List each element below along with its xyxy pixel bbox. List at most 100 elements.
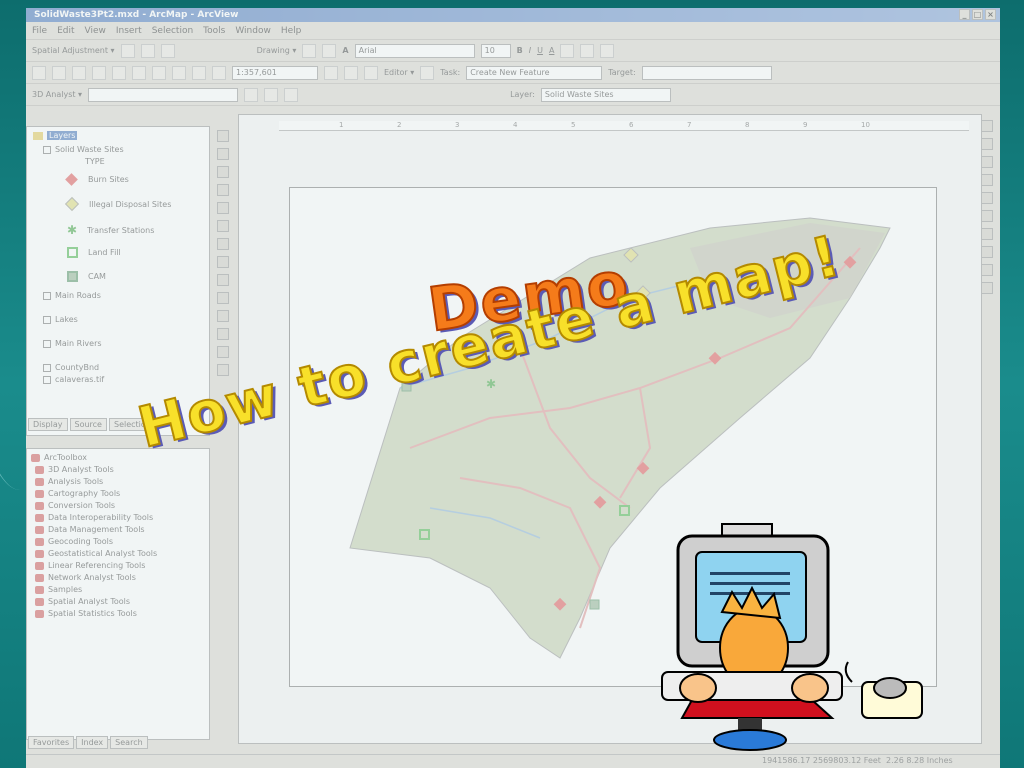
toc-lakes[interactable]: Lakes xyxy=(43,315,78,324)
layer-checkbox[interactable] xyxy=(43,375,51,384)
menu-help[interactable]: Help xyxy=(281,26,302,36)
focus-data-frame-icon[interactable] xyxy=(981,264,993,276)
forward-icon[interactable] xyxy=(217,256,229,268)
pointer-icon[interactable] xyxy=(302,43,317,58)
change-layout-icon[interactable] xyxy=(981,282,993,294)
tab-source[interactable]: Source xyxy=(69,418,107,431)
text-tool-icon[interactable]: A xyxy=(342,46,348,55)
tool-geocoding[interactable]: Geocoding Tools xyxy=(35,537,113,546)
contour-icon[interactable] xyxy=(244,87,259,102)
zoom-100-icon[interactable] xyxy=(981,192,993,204)
spatial-adjustment-menu[interactable]: Spatial Adjustment ▾ xyxy=(32,46,115,55)
find-icon[interactable] xyxy=(217,328,229,340)
menu-tools[interactable]: Tools xyxy=(203,26,225,36)
toolbox-root[interactable]: ArcToolbox xyxy=(31,453,87,462)
menu-insert[interactable]: Insert xyxy=(116,26,142,36)
tool-conversion[interactable]: Conversion Tools xyxy=(35,501,115,510)
target-select[interactable] xyxy=(641,65,772,80)
zoom-in-icon[interactable] xyxy=(217,130,229,142)
layer-checkbox[interactable] xyxy=(43,291,51,300)
task-select[interactable]: Create New Feature xyxy=(466,65,603,80)
menu-window[interactable]: Window xyxy=(235,26,271,36)
layout-back-icon[interactable] xyxy=(981,210,993,222)
tool-data-management[interactable]: Data Management Tools xyxy=(35,525,145,534)
fixed-zoom-in-icon[interactable] xyxy=(217,166,229,178)
menu-view[interactable]: View xyxy=(85,26,106,36)
tool-data-interop[interactable]: Data Interoperability Tools xyxy=(35,513,153,522)
drawing-menu[interactable]: Drawing ▾ xyxy=(257,46,297,55)
maximize-button[interactable]: □ xyxy=(972,9,983,20)
back-icon[interactable] xyxy=(217,238,229,250)
tool-3d-analyst[interactable]: 3D Analyst Tools xyxy=(35,465,114,474)
zoom-whole-page-icon[interactable] xyxy=(981,174,993,186)
steepest-path-icon[interactable] xyxy=(264,87,279,102)
rectangle-icon[interactable] xyxy=(322,43,337,58)
toc-main-rivers[interactable]: Main Rivers xyxy=(43,339,102,348)
pan-icon[interactable] xyxy=(217,202,229,214)
undo-icon[interactable] xyxy=(192,65,206,80)
arctoolbox-icon[interactable] xyxy=(344,65,358,80)
full-extent-icon[interactable] xyxy=(217,220,229,232)
italic-button[interactable]: I xyxy=(529,46,531,55)
tab-search[interactable]: Search xyxy=(110,736,148,749)
line-of-sight-icon[interactable] xyxy=(284,87,299,102)
cut-icon[interactable] xyxy=(112,65,126,80)
tool-samples[interactable]: Samples xyxy=(35,585,82,594)
new-icon[interactable] xyxy=(32,65,46,80)
paste-icon[interactable] xyxy=(152,65,166,80)
layout-zoom-out-icon[interactable] xyxy=(981,138,993,150)
layout-forward-icon[interactable] xyxy=(981,228,993,240)
tool-linear-referencing[interactable]: Linear Referencing Tools xyxy=(35,561,145,570)
underline-button[interactable]: U xyxy=(537,46,543,55)
zoom-out-icon[interactable] xyxy=(217,148,229,160)
toc-solid-waste-sites[interactable]: Solid Waste Sites xyxy=(43,145,124,154)
open-icon[interactable] xyxy=(52,65,66,80)
analyst-layer-select[interactable] xyxy=(88,87,239,102)
menu-edit[interactable]: Edit xyxy=(57,26,74,36)
toc-root[interactable]: Layers xyxy=(33,131,78,140)
menu-file[interactable]: File xyxy=(32,26,47,36)
3d-analyst-menu[interactable]: 3D Analyst ▾ xyxy=(32,90,82,99)
tool-analysis[interactable]: Analysis Tools xyxy=(35,477,103,486)
layer-select[interactable]: Solid Waste Sites xyxy=(540,87,671,102)
toc-main-roads[interactable]: Main Roads xyxy=(43,291,101,300)
help-icon[interactable] xyxy=(364,65,378,80)
print-icon[interactable] xyxy=(92,65,106,80)
editor-toolbar-icon[interactable] xyxy=(324,65,338,80)
identify-icon[interactable] xyxy=(217,310,229,322)
menu-selection[interactable]: Selection xyxy=(152,26,193,36)
minimize-button[interactable]: _ xyxy=(959,9,970,20)
toggle-draft-icon[interactable] xyxy=(981,246,993,258)
adjust-icon[interactable] xyxy=(140,43,155,58)
link-icon[interactable] xyxy=(160,43,175,58)
fill-color-icon[interactable] xyxy=(560,43,575,58)
fixed-zoom-out-icon[interactable] xyxy=(217,184,229,196)
select-features-icon[interactable] xyxy=(217,274,229,286)
tab-index[interactable]: Index xyxy=(76,736,109,749)
sketch-tool-icon[interactable] xyxy=(420,65,435,80)
tool-spatial-analyst[interactable]: Spatial Analyst Tools xyxy=(35,597,130,606)
font-size-select[interactable]: 10 xyxy=(480,43,511,58)
line-color-icon[interactable] xyxy=(580,43,595,58)
copy-icon[interactable] xyxy=(132,65,146,80)
tab-display[interactable]: Display xyxy=(28,418,68,431)
select-elements-icon[interactable] xyxy=(217,292,229,304)
layer-checkbox[interactable] xyxy=(43,145,51,154)
tool-geostatistical[interactable]: Geostatistical Analyst Tools xyxy=(35,549,157,558)
tool-spatial-statistics[interactable]: Spatial Statistics Tools xyxy=(35,609,137,618)
close-button[interactable]: × xyxy=(985,9,996,20)
save-icon[interactable] xyxy=(72,65,86,80)
marker-color-icon[interactable] xyxy=(600,43,615,58)
layer-checkbox[interactable] xyxy=(43,339,51,348)
add-data-icon[interactable] xyxy=(212,65,226,80)
font-color-button[interactable]: A xyxy=(549,46,554,55)
delete-icon[interactable] xyxy=(172,65,186,80)
layout-pan-icon[interactable] xyxy=(981,156,993,168)
tool-network-analyst[interactable]: Network Analyst Tools xyxy=(35,573,136,582)
toc-calaveras-tif[interactable]: calaveras.tif xyxy=(43,375,104,384)
select-arrow-icon[interactable] xyxy=(120,43,135,58)
scale-select[interactable]: 1:357,601 xyxy=(232,65,318,80)
tool-cartography[interactable]: Cartography Tools xyxy=(35,489,120,498)
tab-favorites[interactable]: Favorites xyxy=(28,736,75,749)
editor-menu[interactable]: Editor ▾ xyxy=(384,68,414,77)
